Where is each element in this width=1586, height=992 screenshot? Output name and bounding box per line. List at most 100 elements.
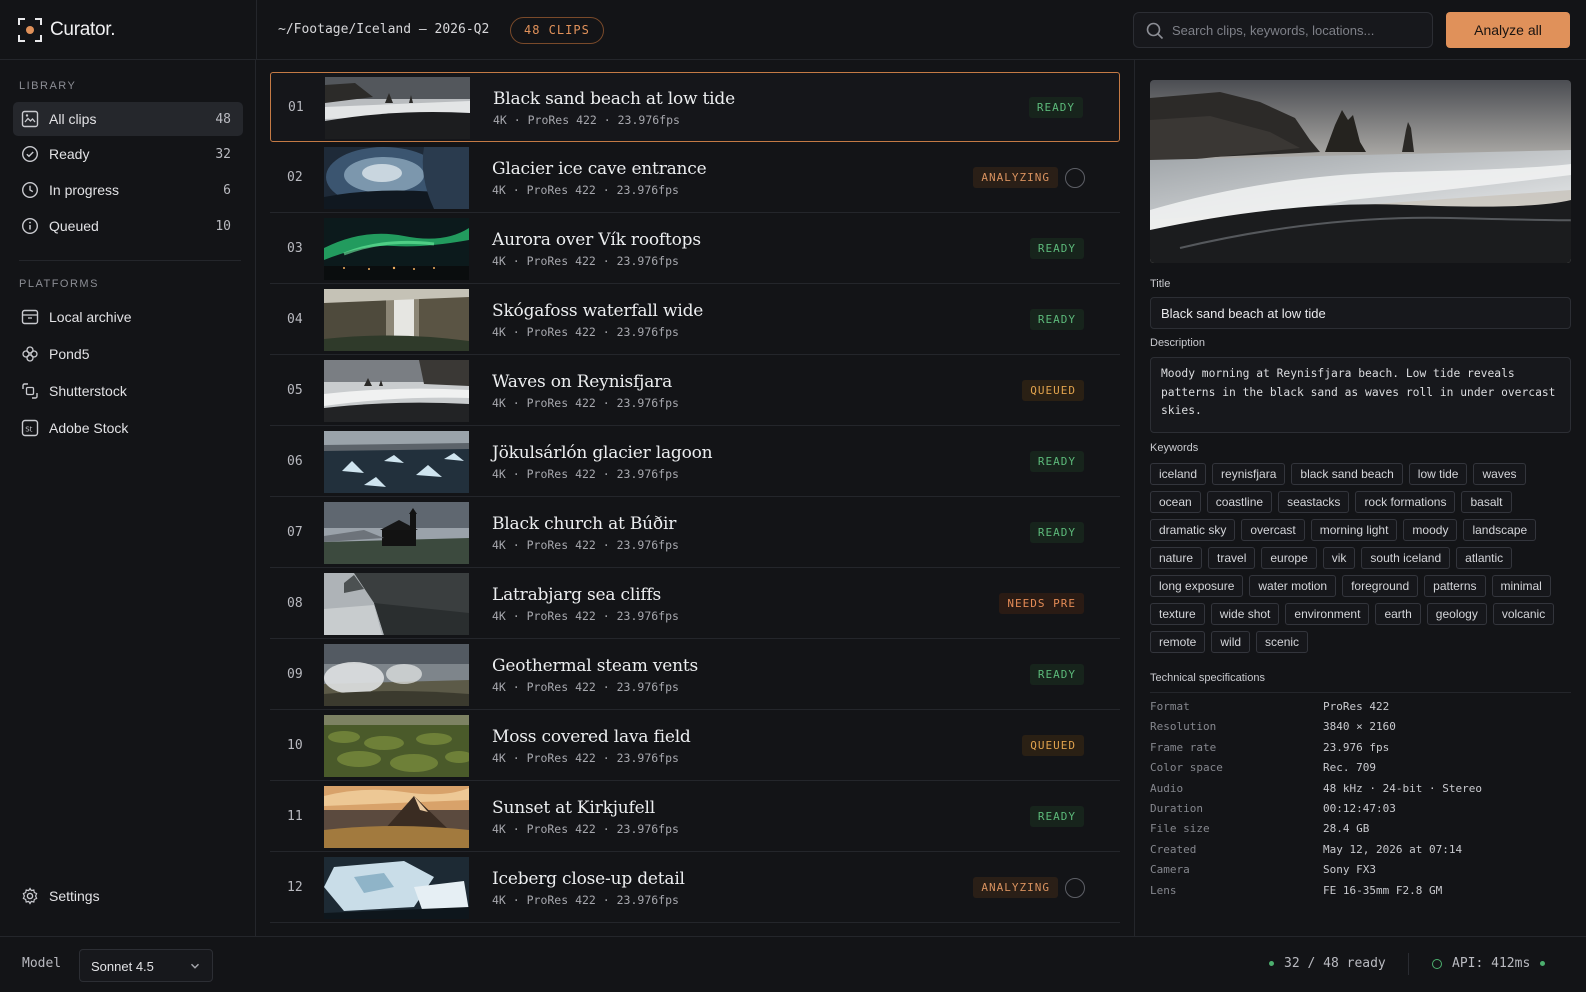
clip-thumbnail[interactable]	[324, 715, 469, 777]
sidebar-item-queued[interactable]: Queued 10	[13, 209, 243, 243]
keyword-chip[interactable]: geology	[1426, 603, 1487, 625]
clip-thumbnail[interactable]	[324, 644, 469, 706]
clip-meta: 4K · ProRes 422 · 23.976fps	[492, 396, 679, 410]
status-bar: Model Sonnet 4.5 32 / 48 ready API: 412m…	[0, 936, 1586, 992]
keyword-chip[interactable]: iceland	[1150, 463, 1207, 485]
sidebar-item-pond5[interactable]: Pond5	[13, 337, 243, 371]
sidebar-item-label: Shutterstock	[49, 383, 127, 399]
keyword-chip[interactable]: overcast	[1241, 519, 1305, 541]
keyword-chip[interactable]: low tide	[1408, 463, 1468, 485]
keyword-chip[interactable]: waves	[1473, 463, 1526, 485]
spec-key: Resolution	[1150, 720, 1217, 734]
spec-row: Resolution 3840 × 2160	[1150, 720, 1571, 740]
keyword-chip[interactable]: water motion	[1249, 575, 1337, 597]
clip-thumbnail[interactable]	[324, 360, 469, 422]
clip-row[interactable]: 07 Black church at Búðir 4K · ProRes 422 ·…	[270, 498, 1120, 568]
sidebar-divider	[19, 260, 241, 261]
sidebar-item-count: 48	[215, 112, 231, 127]
keyword-chip[interactable]: environment	[1285, 603, 1370, 625]
spec-row: File size 28.4 GB	[1150, 822, 1571, 842]
clip-row[interactable]: 03 Aurora over Vík rooftops 4K · ProRes 42…	[270, 214, 1120, 284]
clip-meta: 4K · ProRes 422 · 23.976fps	[492, 609, 679, 623]
keyword-chip[interactable]: morning light	[1310, 519, 1398, 541]
keyword-chip[interactable]: wide shot	[1210, 603, 1280, 625]
keyword-chip[interactable]: vik	[1322, 547, 1356, 569]
curator-logo-icon	[18, 18, 42, 42]
clip-thumbnail[interactable]	[324, 431, 469, 493]
sidebar-item-label: Adobe Stock	[49, 420, 129, 436]
clip-row[interactable]: 12 Iceberg close-up detail 4K · ProRes 422…	[270, 853, 1120, 923]
keyword-chip[interactable]: travel	[1208, 547, 1256, 569]
search-input[interactable]	[1172, 13, 1427, 47]
keyword-chip[interactable]: volcanic	[1492, 603, 1555, 625]
keyword-chip[interactable]: long exposure	[1150, 575, 1244, 597]
keyword-chip[interactable]: minimal	[1491, 575, 1551, 597]
keyword-chip[interactable]: texture	[1150, 603, 1205, 625]
clip-status-badge: QUEUED	[1022, 735, 1084, 756]
sidebar-item-label: All clips	[49, 111, 97, 127]
keyword-chip[interactable]: basalt	[1461, 491, 1512, 513]
keyword-chip[interactable]: landscape	[1463, 519, 1537, 541]
keyword-chip[interactable]: dramatic sky	[1150, 519, 1236, 541]
search-box[interactable]	[1133, 12, 1433, 48]
sidebar-item-shutterstock[interactable]: Shutterstock	[13, 374, 243, 408]
clip-thumbnail[interactable]	[324, 289, 469, 351]
sidebar-item-ready[interactable]: Ready 32	[13, 137, 243, 171]
keyword-chip[interactable]: nature	[1150, 547, 1203, 569]
description-field[interactable]: Moody morning at Reynisfjara beach. Low …	[1150, 357, 1571, 433]
clip-thumbnail[interactable]	[324, 147, 469, 209]
title-field[interactable]	[1150, 297, 1571, 329]
spec-row: Lens FE 16-35mm F2.8 GM	[1150, 884, 1571, 904]
keyword-chip[interactable]: reynisfjara	[1212, 463, 1286, 485]
spec-value: Sony FX3	[1323, 863, 1376, 877]
clock-icon	[21, 181, 39, 199]
keyword-chip[interactable]: scenic	[1256, 631, 1309, 653]
keyword-chip[interactable]: coastline	[1206, 491, 1273, 513]
keyword-chip[interactable]: seastacks	[1278, 491, 1350, 513]
keyword-chip[interactable]: wild	[1211, 631, 1251, 653]
sidebar-item-local-archive[interactable]: Local archive	[13, 300, 243, 334]
analyze-all-button[interactable]: Analyze all	[1446, 12, 1570, 48]
preview-image[interactable]	[1150, 80, 1571, 263]
keyword-chip[interactable]: moody	[1403, 519, 1458, 541]
sidebar-item-in-progress[interactable]: In progress 6	[13, 173, 243, 207]
sidebar-item-adobe-stock[interactable]: St Adobe Stock	[13, 411, 243, 445]
sidebar-item-label: Local archive	[49, 309, 132, 325]
clip-title: Skógafoss waterfall wide	[492, 301, 704, 321]
clip-row[interactable]: 01 Black sand beach at low tide 4K · ProRe…	[270, 72, 1120, 142]
sidebar-item-settings[interactable]: Settings	[13, 879, 243, 913]
keyword-chip[interactable]: atlantic	[1456, 547, 1513, 569]
clip-row[interactable]: 11 Sunset at Kirkjufell 4K · ProRes 422 · …	[270, 782, 1120, 852]
clip-number: 11	[287, 809, 303, 824]
keyword-chip[interactable]: earth	[1375, 603, 1421, 625]
clip-thumbnail[interactable]	[324, 786, 469, 848]
clip-row[interactable]: 08 Latrabjarg sea cliffs 4K · ProRes 422 ·…	[270, 569, 1120, 639]
clip-row[interactable]: 10 Moss covered lava field 4K · ProRes 422…	[270, 711, 1120, 781]
sidebar-item-all-clips[interactable]: All clips 48	[13, 102, 243, 136]
clip-row[interactable]: 09 Geothermal steam vents 4K · ProRes 422 …	[270, 640, 1120, 710]
keyword-chip[interactable]: south iceland	[1361, 547, 1451, 569]
keyword-chip[interactable]: patterns	[1424, 575, 1486, 597]
check-circle-icon	[21, 145, 39, 163]
clip-title: Glacier ice cave entrance	[492, 159, 707, 179]
clip-thumbnail[interactable]	[324, 857, 469, 919]
keyword-chip[interactable]: black sand beach	[1291, 463, 1403, 485]
svg-text:St: St	[25, 425, 32, 433]
keyword-chip[interactable]: rock formations	[1355, 491, 1456, 513]
keyword-chip[interactable]: remote	[1150, 631, 1206, 653]
clip-thumbnail[interactable]	[325, 77, 470, 139]
keyword-chip[interactable]: foreground	[1342, 575, 1419, 597]
archive-icon	[21, 309, 39, 325]
clip-row[interactable]: 04 Skógafoss waterfall wide 4K · ProRes 42…	[270, 285, 1120, 355]
clip-thumbnail[interactable]	[324, 502, 469, 564]
clip-row[interactable]: 06 Jökulsárlón glacier lagoon 4K · ProRes …	[270, 427, 1120, 497]
clip-status-badge: NEEDS PRE	[999, 593, 1084, 614]
clip-row[interactable]: 05 Waves on Reynisfjara 4K · ProRes 422 · …	[270, 356, 1120, 426]
keyword-chip[interactable]: europe	[1261, 547, 1317, 569]
clip-row[interactable]: 02 Glacier ice cave entrance 4K · ProRes 4…	[270, 143, 1120, 213]
clip-thumbnail[interactable]	[324, 218, 469, 280]
model-select[interactable]: Sonnet 4.5	[79, 949, 213, 982]
specs-divider	[1150, 692, 1571, 693]
clip-thumbnail[interactable]	[324, 573, 469, 635]
keyword-chip[interactable]: ocean	[1150, 491, 1201, 513]
